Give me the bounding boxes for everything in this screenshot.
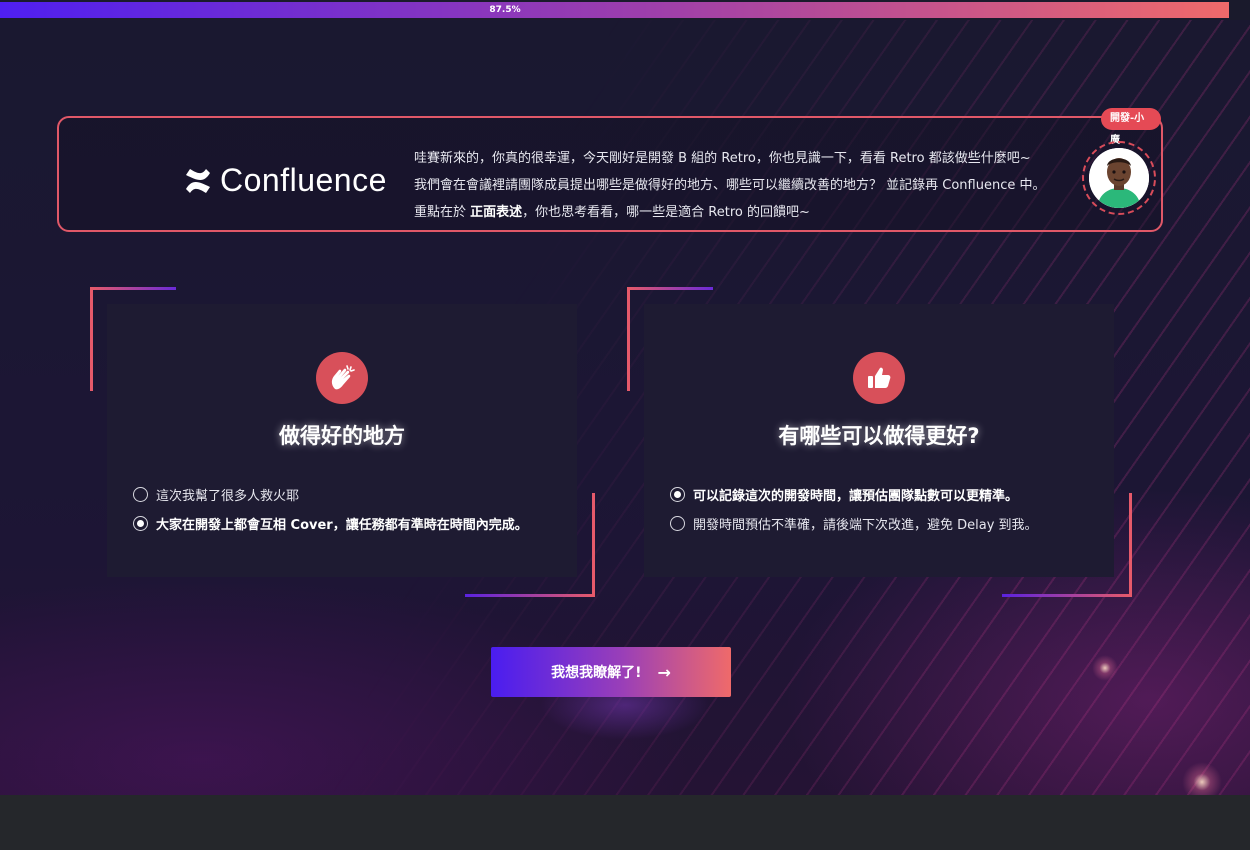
button-label: 我想我瞭解了!	[551, 665, 642, 681]
sparkle-decoration	[1182, 762, 1222, 795]
option-item[interactable]: 這次我幫了很多人救火耶	[133, 480, 528, 509]
intro-message: 哇賽新來的，你真的很幸運，今天剛好是開發 B 組的 Retro，你也見識一下，看…	[414, 145, 1045, 226]
avatar-ring	[1082, 141, 1156, 215]
card-panel: 有哪些可以做得更好? 可以記錄這次的開發時間，讓預估團隊點數可以更精準。 開發時…	[644, 304, 1114, 577]
intro-line-3-prefix: 重點在於	[414, 205, 471, 220]
option-label: 可以記錄這次的開發時間，讓預估團隊點數可以更精準。	[693, 489, 1019, 504]
speaker-name-badge: 開發-小廣	[1101, 108, 1161, 146]
option-label: 大家在開發上都會互相 Cover，讓任務都有準時在時間內完成。	[156, 518, 528, 533]
sparkle-decoration	[1092, 655, 1118, 681]
developer-avatar-icon	[1089, 148, 1149, 208]
understand-button[interactable]: 我想我瞭解了! →	[491, 647, 731, 697]
clapping-hands-icon	[316, 352, 368, 404]
avatar	[1089, 148, 1149, 208]
card-went-well: 做得好的地方 這次我幫了很多人救火耶 大家在開發上都會互相 Cover，讓任務都…	[90, 287, 595, 597]
game-stage: 87.5% 開發-小廣 Confluence 哇賽新來的，你真的很幸運，今天剛好…	[0, 0, 1250, 795]
radio-button-selected[interactable]	[670, 487, 685, 502]
card-panel: 做得好的地方 這次我幫了很多人救火耶 大家在開發上都會互相 Cover，讓任務都…	[107, 304, 577, 577]
card-can-improve: 有哪些可以做得更好? 可以記錄這次的開發時間，讓預估團隊點數可以更精準。 開發時…	[627, 287, 1132, 597]
thumbs-up-icon	[853, 352, 905, 404]
option-list: 可以記錄這次的開發時間，讓預估團隊點數可以更精準。 開發時間預估不準確，請後端下…	[670, 480, 1038, 538]
arrow-right-icon: →	[657, 662, 671, 682]
radio-button-selected[interactable]	[133, 516, 148, 531]
brand-name: Confluence	[220, 162, 387, 198]
progress-bar: 87.5%	[0, 0, 1250, 20]
card-title: 做得好的地方	[279, 424, 405, 448]
progress-label: 87.5%	[489, 5, 521, 15]
intro-dialog: 開發-小廣 Confluence 哇賽新來的，你真的很幸運，今天剛好是開發 B …	[57, 108, 1163, 232]
option-label: 這次我幫了很多人救火耶	[156, 489, 300, 504]
confluence-logo-icon	[186, 168, 210, 193]
confluence-logo: Confluence	[184, 162, 387, 199]
radio-button[interactable]	[133, 487, 148, 502]
option-item[interactable]: 可以記錄這次的開發時間，讓預估團隊點數可以更精準。	[670, 480, 1038, 509]
intro-line-2: 我們會在會議裡請團隊成員提出哪些是做得好的地方、哪些可以繼續改善的地方？ 並記錄…	[414, 178, 1046, 193]
intro-line-3: 重點在於 正面表述，你也思考看看，哪一些是適合 Retro 的回饋吧~	[414, 199, 1045, 226]
intro-line-3-suffix: ，你也思考看看，哪一些是適合 Retro 的回饋吧~	[522, 205, 810, 220]
option-label: 開發時間預估不準確，請後端下次改進，避免 Delay 到我。	[693, 518, 1038, 533]
radio-button[interactable]	[670, 516, 685, 531]
card-title: 有哪些可以做得更好?	[778, 424, 980, 448]
option-item[interactable]: 開發時間預估不準確，請後端下次改進，避免 Delay 到我。	[670, 509, 1038, 538]
emphasis-text: 正面表述	[470, 205, 523, 220]
option-item[interactable]: 大家在開發上都會互相 Cover，讓任務都有準時在時間內完成。	[133, 509, 528, 538]
option-list: 這次我幫了很多人救火耶 大家在開發上都會互相 Cover，讓任務都有準時在時間內…	[133, 480, 528, 538]
intro-line-1: 哇賽新來的，你真的很幸運，今天剛好是開發 B 組的 Retro，你也見識一下，看…	[414, 151, 1031, 166]
